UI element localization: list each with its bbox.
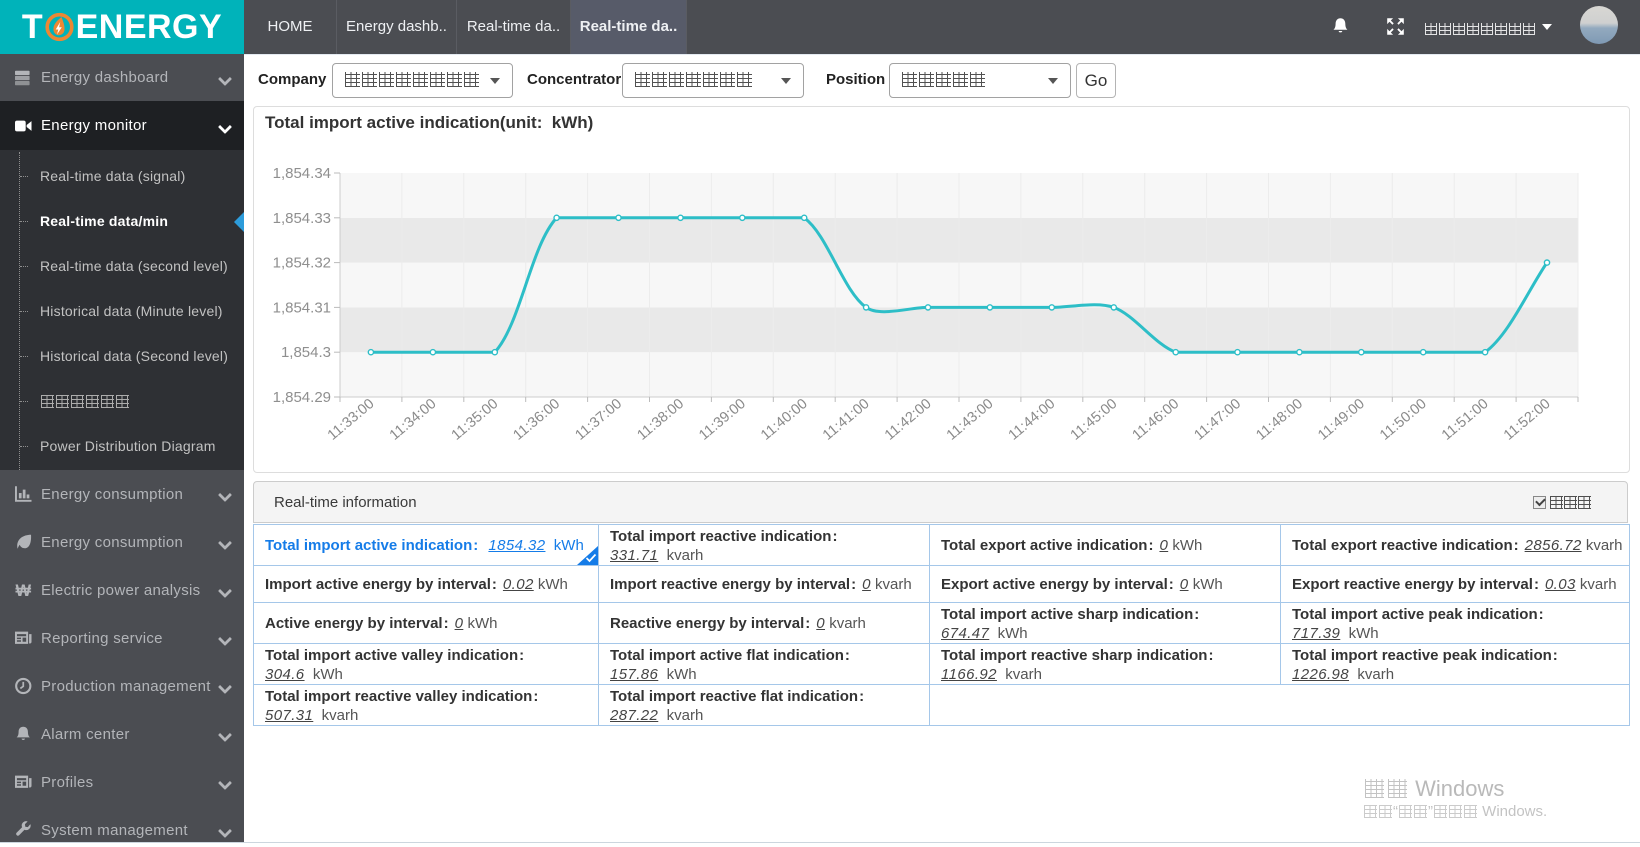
- svg-text:11:52:00: 11:52:00: [1501, 396, 1554, 444]
- svg-text:1,854.3: 1,854.3: [281, 344, 331, 361]
- svg-text:1,854.31: 1,854.31: [273, 299, 331, 316]
- svg-text:11:51:00: 11:51:00: [1439, 396, 1492, 444]
- svg-text:11:48:00: 11:48:00: [1253, 396, 1306, 444]
- svg-text:1,854.32: 1,854.32: [273, 255, 331, 272]
- svg-text:11:47:00: 11:47:00: [1191, 396, 1244, 444]
- svg-text:11:42:00: 11:42:00: [882, 396, 935, 444]
- svg-text:11:44:00: 11:44:00: [1006, 396, 1059, 444]
- svg-text:11:43:00: 11:43:00: [944, 396, 997, 444]
- svg-text:1,854.34: 1,854.34: [273, 165, 331, 182]
- svg-text:₩: ₩: [15, 582, 31, 599]
- svg-text:11:49:00: 11:49:00: [1315, 396, 1368, 444]
- svg-text:11:50:00: 11:50:00: [1377, 396, 1430, 444]
- svg-text:11:45:00: 11:45:00: [1068, 396, 1121, 444]
- svg-text:11:34:00: 11:34:00: [387, 396, 440, 444]
- svg-text:11:40:00: 11:40:00: [758, 396, 811, 444]
- svg-text:1,854.33: 1,854.33: [273, 210, 331, 227]
- svg-text:11:36:00: 11:36:00: [510, 396, 563, 444]
- svg-text:11:33:00: 11:33:00: [325, 396, 378, 444]
- svg-text:1,854.29: 1,854.29: [273, 389, 331, 406]
- svg-text:11:41:00: 11:41:00: [820, 396, 873, 444]
- svg-text:11:39:00: 11:39:00: [696, 396, 749, 444]
- svg-text:11:37:00: 11:37:00: [572, 396, 625, 444]
- svg-text:11:35:00: 11:35:00: [449, 396, 502, 444]
- svg-text:11:46:00: 11:46:00: [1130, 396, 1183, 444]
- svg-text:11:38:00: 11:38:00: [634, 396, 687, 444]
